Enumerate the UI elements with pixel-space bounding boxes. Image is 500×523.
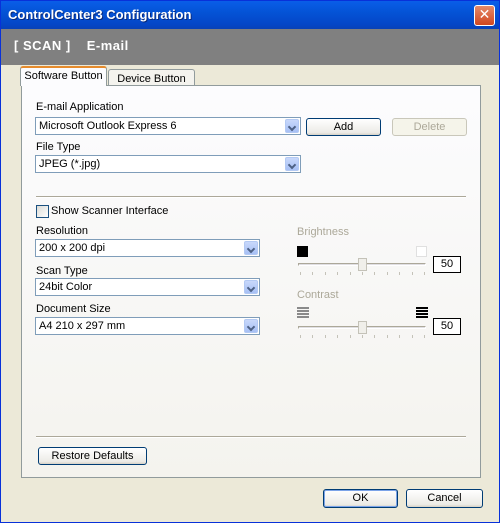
contrast-tick (374, 335, 375, 338)
contrast-tick (300, 335, 301, 338)
close-button[interactable]: ✕ (474, 5, 495, 26)
section-header-text: [ SCAN ] E-mail (14, 38, 129, 53)
show-scanner-interface-label[interactable]: Show Scanner Interface (51, 205, 168, 217)
brightness-tick (399, 272, 400, 275)
contrast-tick (412, 335, 413, 338)
brightness-tick (300, 272, 301, 275)
scan-type-label: Scan Type (36, 265, 88, 277)
restore-defaults-button[interactable]: Restore Defaults (38, 447, 147, 465)
dropdown-arrow-icon[interactable] (244, 241, 258, 255)
contrast-tick (399, 335, 400, 338)
dropdown-arrow-icon[interactable] (285, 119, 299, 133)
divider (36, 196, 466, 198)
email-application-select[interactable]: Microsoft Outlook Express 6 (35, 117, 301, 135)
ok-button[interactable]: OK (323, 489, 398, 508)
brightness-tick (350, 272, 351, 275)
contrast-tick (350, 335, 351, 338)
brightness-tick (325, 272, 326, 275)
cancel-button[interactable]: Cancel (406, 489, 483, 508)
email-application-value: Microsoft Outlook Express 6 (39, 120, 177, 132)
contrast-tick (325, 335, 326, 338)
contrast-high-icon (416, 307, 428, 319)
file-type-select[interactable]: JPEG (*.jpg) (35, 155, 301, 173)
resolution-label: Resolution (36, 225, 88, 237)
section-name: [ SCAN ] (14, 38, 71, 53)
section-header: [ SCAN ] E-mail (1, 29, 499, 65)
dropdown-arrow-icon[interactable] (285, 157, 299, 171)
contrast-tick (424, 335, 425, 338)
contrast-tick (312, 335, 313, 338)
subsection-name: E-mail (86, 38, 129, 53)
brightness-tick (312, 272, 313, 275)
document-size-value: A4 210 x 297 mm (39, 320, 126, 332)
brightness-dark-icon (297, 246, 308, 257)
dialog-window: ControlCenter3 Configuration ✕ [ SCAN ] E… (0, 0, 500, 523)
divider (36, 436, 466, 438)
dropdown-arrow-icon[interactable] (244, 280, 258, 294)
contrast-tick (337, 335, 338, 338)
email-application-label: E-mail Application (36, 101, 124, 113)
contrast-value-box[interactable]: 50 (433, 318, 461, 335)
brightness-tick (337, 272, 338, 275)
document-size-label: Document Size (36, 303, 111, 315)
window-title: ControlCenter3 Configuration (8, 7, 192, 22)
close-icon: ✕ (478, 7, 491, 23)
document-size-select[interactable]: A4 210 x 297 mm (35, 317, 260, 335)
delete-button[interactable]: Delete (392, 118, 467, 136)
tab-software-button[interactable]: Software Button (20, 66, 107, 86)
title-bar[interactable]: ControlCenter3 Configuration ✕ (1, 1, 499, 29)
resolution-value: 200 x 200 dpi (39, 242, 106, 254)
contrast-label: Contrast (297, 289, 339, 301)
brightness-tick (412, 272, 413, 275)
contrast-tick (387, 335, 388, 338)
contrast-slider-thumb[interactable] (358, 321, 367, 334)
scan-type-value: 24bit Color (39, 281, 93, 293)
brightness-tick (387, 272, 388, 275)
dropdown-arrow-icon[interactable] (244, 319, 258, 333)
brightness-tick (424, 272, 425, 275)
file-type-label: File Type (36, 141, 81, 153)
brightness-tick (362, 272, 363, 275)
brightness-light-icon (416, 246, 427, 257)
contrast-tick (362, 335, 363, 338)
contrast-low-icon (297, 307, 309, 319)
resolution-select[interactable]: 200 x 200 dpi (35, 239, 260, 257)
brightness-tick (374, 272, 375, 275)
show-scanner-interface-checkbox[interactable] (36, 205, 49, 218)
brightness-slider-thumb[interactable] (358, 258, 367, 271)
tab-panel: E-mail Application Microsoft Outlook Exp… (21, 85, 481, 478)
brightness-label: Brightness (297, 226, 349, 238)
add-button[interactable]: Add (306, 118, 381, 136)
file-type-value: JPEG (*.jpg) (39, 158, 101, 170)
scan-type-select[interactable]: 24bit Color (35, 278, 260, 296)
brightness-value-box[interactable]: 50 (433, 256, 461, 273)
